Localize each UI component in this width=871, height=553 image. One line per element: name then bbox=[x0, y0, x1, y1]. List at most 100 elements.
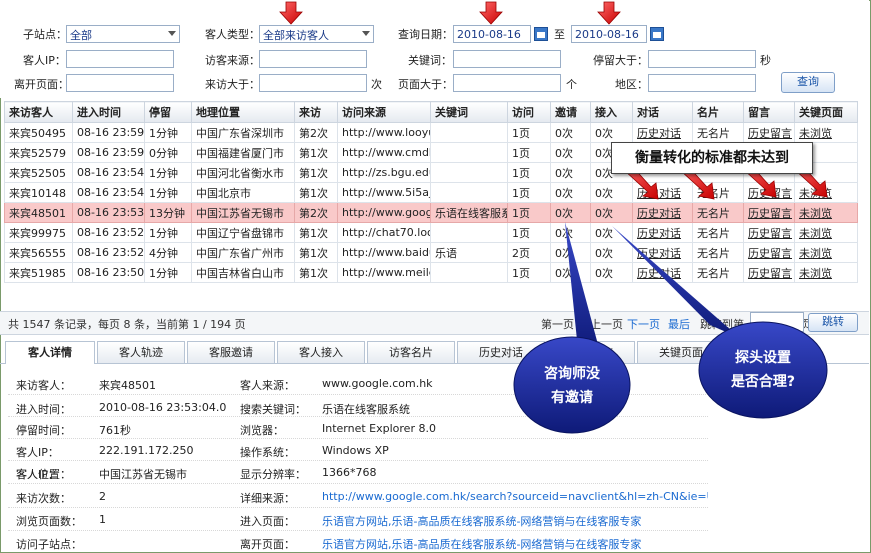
table-cell-key[interactable]: 未浏览 bbox=[794, 182, 858, 203]
region-input[interactable] bbox=[648, 74, 756, 92]
table-cell-visitor[interactable]: 来宾56555 bbox=[4, 242, 73, 263]
column-header[interactable]: 关键页面 bbox=[794, 101, 858, 123]
table-cell-source[interactable]: http://www.cmdh bbox=[337, 142, 431, 163]
ip-input[interactable] bbox=[66, 50, 174, 68]
table-cell-pages[interactable]: 2页 bbox=[507, 242, 551, 263]
stay-input[interactable] bbox=[648, 50, 756, 68]
table-cell-msg[interactable]: 历史留言 bbox=[743, 222, 795, 243]
table-cell-key[interactable]: 未浏览 bbox=[794, 202, 858, 223]
table-row[interactable]: 来宾50495 08-16 23:59 1分钟 中国广东省深圳市 第2次 http://w… bbox=[4, 122, 858, 143]
table-cell-pages[interactable]: 1页 bbox=[507, 262, 551, 283]
column-header[interactable]: 来访 bbox=[294, 101, 338, 123]
table-cell-source[interactable]: http://www.baidu. bbox=[337, 242, 431, 263]
tab-visitor-trail[interactable]: 客人轨迹 bbox=[97, 341, 185, 363]
date-to-input[interactable] bbox=[571, 25, 647, 43]
table-cell-source[interactable]: http://zs.bgu.edu. bbox=[337, 162, 431, 183]
jump-button[interactable]: 跳转 bbox=[808, 313, 858, 332]
detail-link[interactable]: 乐语官方网站,乐语-高品质在线客服系统-网络营销与在线客服专家 bbox=[322, 513, 708, 529]
table-cell-key[interactable]: 未浏览 bbox=[794, 222, 858, 243]
table-cell-chat[interactable]: 历史对话 bbox=[632, 122, 693, 143]
page-number-input[interactable] bbox=[750, 312, 804, 332]
column-header[interactable]: 留言 bbox=[743, 101, 795, 123]
table-cell-key[interactable]: 未浏览 bbox=[794, 262, 858, 283]
column-header[interactable]: 访问 bbox=[507, 101, 551, 123]
table-cell-chat[interactable]: 历史对话 bbox=[632, 242, 693, 263]
table-cell-invite: 0次 bbox=[550, 122, 591, 143]
table-cell-msg[interactable]: 历史留言 bbox=[743, 262, 795, 283]
table-cell-source[interactable]: http://chat70.looy bbox=[337, 222, 431, 243]
calendar-icon[interactable] bbox=[650, 27, 664, 41]
table-cell-pages[interactable]: 1页 bbox=[507, 222, 551, 243]
detail-label: 浏览页面数： bbox=[16, 515, 82, 528]
table-row[interactable]: 来宾51985 08-16 23:50 1分钟 中国吉林省白山市 第1次 http://w… bbox=[4, 262, 858, 283]
column-header[interactable]: 对话 bbox=[632, 101, 693, 123]
pages-input[interactable] bbox=[453, 74, 561, 92]
table-cell-pages[interactable]: 1页 bbox=[507, 142, 551, 163]
column-header[interactable]: 访问来源 bbox=[337, 101, 431, 123]
tab-visitor-message[interactable]: 客人留言 bbox=[547, 341, 635, 363]
table-cell-msg[interactable]: 历史留言 bbox=[743, 242, 795, 263]
table-cell-location: 中国广东省广州市 bbox=[191, 242, 295, 263]
table-row[interactable]: 来宾48501 08-16 23:53 13分钟 中国江苏省无锡市 第2次 http://… bbox=[4, 202, 858, 223]
tab-agent-invite[interactable]: 客服邀请 bbox=[187, 341, 275, 363]
table-cell-pages[interactable]: 1页 bbox=[507, 122, 551, 143]
leave-page-input[interactable] bbox=[66, 74, 174, 92]
date-from-input[interactable] bbox=[453, 25, 531, 43]
pager-prev[interactable]: 上一页 bbox=[590, 316, 623, 332]
table-cell-visitor[interactable]: 来宾50495 bbox=[4, 122, 73, 143]
table-cell-chat[interactable]: 历史对话 bbox=[632, 262, 693, 283]
table-cell-chat[interactable]: 历史对话 bbox=[632, 222, 693, 243]
type-select[interactable]: 全部来访客人 bbox=[259, 25, 374, 43]
table-cell-location: 中国广东省深圳市 bbox=[191, 122, 295, 143]
table-cell-msg[interactable]: 历史留言 bbox=[743, 182, 795, 203]
table-cell-key[interactable]: 未浏览 bbox=[794, 122, 858, 143]
table-row[interactable]: 来宾10148 08-16 23:54 1分钟 中国北京市 第1次 http://www.… bbox=[4, 182, 858, 203]
table-cell-source[interactable]: http://www.looyu. bbox=[337, 122, 431, 143]
column-header[interactable]: 停留 bbox=[144, 101, 192, 123]
tab-visitor-detail[interactable]: 客人详情 bbox=[5, 341, 95, 364]
tab-visitor-accept[interactable]: 客人接入 bbox=[277, 341, 365, 363]
table-cell-source[interactable]: http://www.5i5aj. bbox=[337, 182, 431, 203]
table-row[interactable]: 来宾56555 08-16 23:52 4分钟 中国广东省广州市 第1次 http://w… bbox=[4, 242, 858, 263]
column-header[interactable]: 地理位置 bbox=[191, 101, 295, 123]
column-header[interactable]: 接入 bbox=[590, 101, 633, 123]
detail-link[interactable]: http://www.google.com.hk/search?sourceid… bbox=[322, 490, 708, 503]
table-cell-pages[interactable]: 1页 bbox=[507, 202, 551, 223]
pager-next[interactable]: 下一页 bbox=[627, 316, 660, 332]
table-cell-source[interactable]: http://www.meile bbox=[337, 262, 431, 283]
visits-input[interactable] bbox=[259, 74, 367, 92]
table-cell-time: 08-16 23:54 bbox=[72, 182, 145, 203]
table-cell-pages[interactable]: 1页 bbox=[507, 162, 551, 183]
table-cell-visitor[interactable]: 来宾52579 bbox=[4, 142, 73, 163]
table-cell-key[interactable]: 未浏览 bbox=[794, 242, 858, 263]
tab-visitor-card[interactable]: 访客名片 bbox=[367, 341, 455, 363]
column-header[interactable]: 邀请 bbox=[550, 101, 591, 123]
detail-link[interactable]: 乐语官方网站,乐语-高品质在线客服系统-网络营销与在线客服专家 bbox=[322, 536, 708, 552]
date-label: 查询日期： bbox=[398, 28, 453, 41]
tab-chat-history[interactable]: 历史对话 bbox=[457, 341, 545, 363]
table-cell-chat[interactable]: 历史对话 bbox=[632, 202, 693, 223]
table-cell-visitor[interactable]: 来宾48501 bbox=[4, 202, 73, 223]
source-input[interactable] bbox=[259, 50, 367, 68]
table-cell-msg[interactable]: 历史留言 bbox=[743, 122, 795, 143]
column-header[interactable]: 进入时间 bbox=[72, 101, 145, 123]
search-button[interactable]: 查询 bbox=[781, 72, 835, 93]
table-cell-visitor[interactable]: 来宾52505 bbox=[4, 162, 73, 183]
calendar-icon[interactable] bbox=[534, 27, 548, 41]
column-header[interactable]: 关键词 bbox=[430, 101, 508, 123]
table-cell-chat[interactable]: 历史对话 bbox=[632, 182, 693, 203]
table-cell-visitor[interactable]: 来宾10148 bbox=[4, 182, 73, 203]
detail-label: 停留时间： bbox=[16, 424, 71, 437]
table-cell-visitor[interactable]: 来宾99975 bbox=[4, 222, 73, 243]
table-row[interactable]: 来宾99975 08-16 23:52 1分钟 中国辽宁省盘锦市 第1次 http://c… bbox=[4, 222, 858, 243]
keyword-input[interactable] bbox=[453, 50, 561, 68]
table-cell-visitor[interactable]: 来宾51985 bbox=[4, 262, 73, 283]
pager-first[interactable]: 第一页 bbox=[541, 316, 574, 332]
column-header[interactable]: 名片 bbox=[692, 101, 744, 123]
column-header[interactable]: 来访客人 bbox=[4, 101, 73, 123]
site-select[interactable]: 全部 bbox=[66, 25, 180, 43]
pager-last[interactable]: 最后 bbox=[668, 316, 690, 332]
table-cell-source[interactable]: http://www.googl bbox=[337, 202, 431, 223]
table-cell-msg[interactable]: 历史留言 bbox=[743, 202, 795, 223]
table-cell-pages[interactable]: 1页 bbox=[507, 182, 551, 203]
